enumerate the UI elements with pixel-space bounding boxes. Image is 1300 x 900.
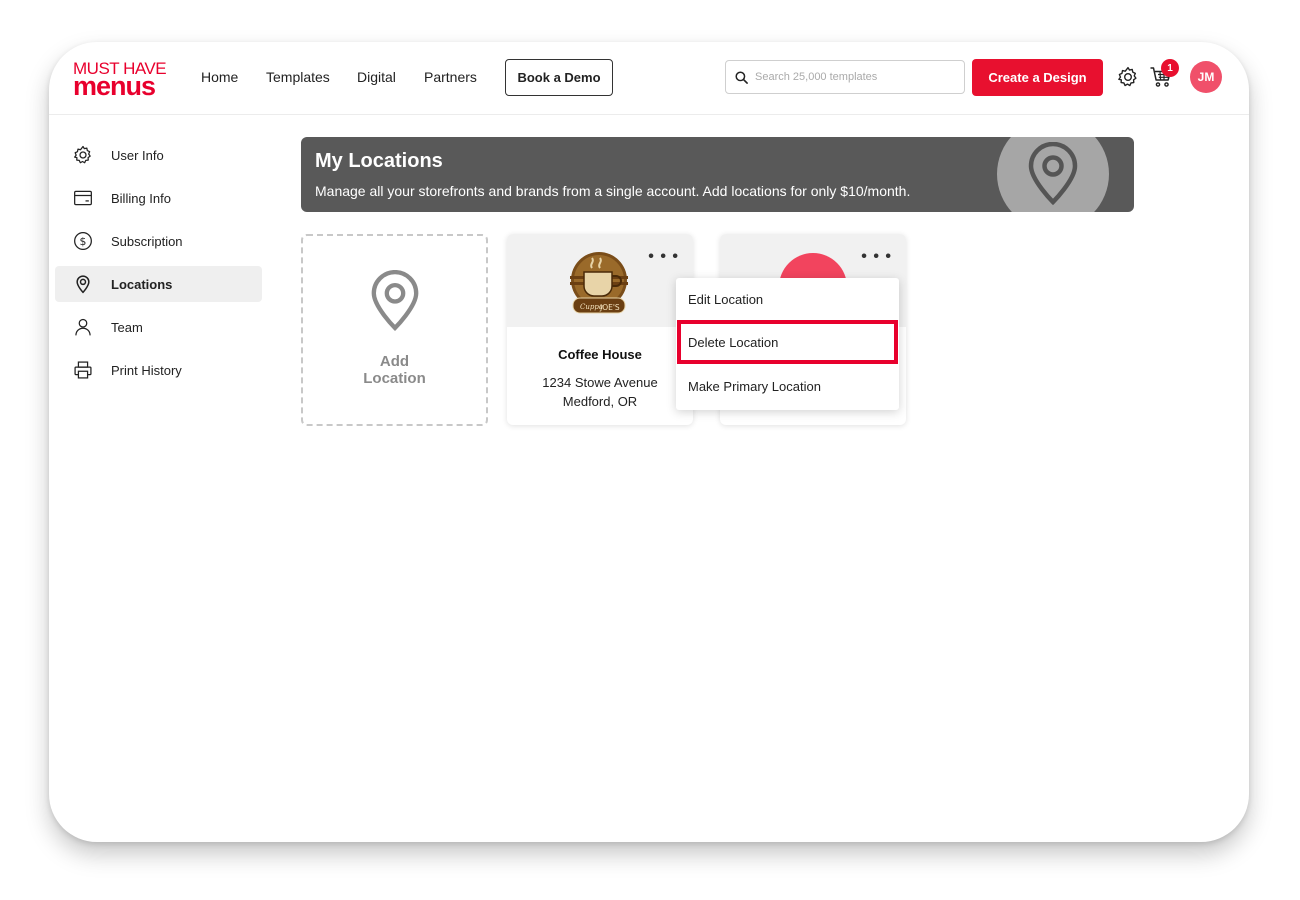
- menu-item-make-primary-location[interactable]: Make Primary Location: [676, 367, 899, 405]
- location-card-coffee-house[interactable]: Cuppa JOE'S • • • Coffee House 1234 Stow…: [507, 234, 693, 425]
- person-icon: [75, 318, 91, 336]
- page-title: My Locations: [315, 150, 443, 172]
- sidebar-item-user-info[interactable]: User Info: [55, 137, 262, 173]
- user-avatar[interactable]: JM: [1190, 61, 1222, 93]
- gear-icon: [74, 145, 91, 164]
- more-options-icon[interactable]: • • •: [861, 248, 892, 266]
- sidebar-item-billing-info[interactable]: Billing Info: [55, 180, 262, 216]
- sidebar-item-team[interactable]: Team: [55, 309, 262, 345]
- dollar-icon: $: [74, 232, 92, 250]
- sidebar-item-label: Locations: [111, 277, 173, 292]
- location-options-menu: Edit Location Delete Location Make Prima…: [676, 278, 899, 410]
- banner-subtitle: Manage all your storefronts and brands f…: [315, 183, 911, 199]
- search-input[interactable]: [755, 71, 945, 83]
- address-line-1: 1234 Stowe Avenue: [542, 375, 658, 390]
- add-location-label: Add Location: [363, 353, 426, 387]
- app-window: MUST HAVE menus Home Templates Digital P…: [49, 42, 1249, 842]
- location-pin-icon: [76, 275, 90, 294]
- nav-templates[interactable]: Templates: [266, 69, 330, 85]
- location-pin-icon: [1028, 142, 1078, 206]
- menu-item-edit-location[interactable]: Edit Location: [676, 280, 899, 318]
- cart-count-badge: 1: [1161, 59, 1179, 77]
- logo-text-joes: JOE'S: [599, 303, 620, 312]
- printer-icon: [74, 361, 92, 379]
- logo-line-2: menus: [73, 71, 156, 101]
- more-options-icon[interactable]: • • •: [648, 248, 679, 266]
- address-line-2: Medford, OR: [562, 394, 638, 409]
- nav-digital[interactable]: Digital: [357, 69, 396, 85]
- locations-banner: My Locations Manage all your storefronts…: [301, 137, 1134, 212]
- card-icon: [74, 190, 92, 206]
- sidebar-item-print-history[interactable]: Print History: [55, 352, 262, 388]
- brand-logo[interactable]: MUST HAVE menus: [73, 60, 169, 100]
- sidebar-item-label: Print History: [111, 363, 182, 378]
- book-demo-button[interactable]: Book a Demo: [505, 59, 613, 96]
- sidebar-item-subscription[interactable]: $ Subscription: [55, 223, 262, 259]
- location-pin-icon: [371, 270, 419, 332]
- nav-home[interactable]: Home: [201, 69, 238, 85]
- nav-partners[interactable]: Partners: [424, 69, 477, 85]
- sidebar-item-label: Subscription: [111, 234, 183, 249]
- search-icon: [735, 70, 748, 84]
- add-location-card[interactable]: Add Location: [301, 234, 488, 426]
- sidebar-item-label: Team: [111, 320, 143, 335]
- sidebar-item-locations[interactable]: Locations: [55, 266, 262, 302]
- svg-text:$: $: [80, 235, 87, 248]
- settings-gear-icon[interactable]: [1117, 66, 1139, 88]
- sidebar-item-label: Billing Info: [111, 191, 171, 206]
- top-header: MUST HAVE menus Home Templates Digital P…: [49, 42, 1249, 115]
- location-name: Coffee House: [558, 347, 642, 362]
- create-design-button[interactable]: Create a Design: [972, 59, 1103, 96]
- search-box[interactable]: [725, 60, 965, 94]
- sidebar-item-label: User Info: [111, 148, 164, 163]
- location-card-header: Cuppa JOE'S • • •: [507, 234, 693, 327]
- location-address: 1234 Stowe Avenue Medford, OR: [507, 373, 693, 411]
- cuppa-joes-logo: Cuppa JOE'S: [570, 252, 628, 314]
- menu-item-delete-location[interactable]: Delete Location: [677, 320, 898, 364]
